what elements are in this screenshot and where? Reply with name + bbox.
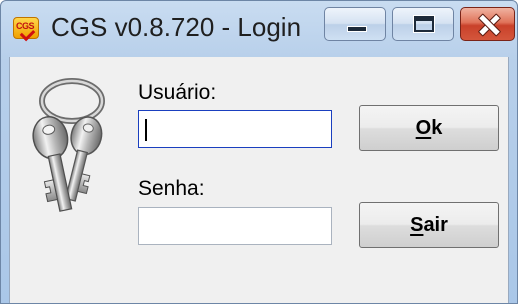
ok-button[interactable]: Ok — [359, 105, 499, 151]
close-icon — [477, 11, 499, 37]
exit-button[interactable]: Sair — [359, 202, 499, 248]
password-label: Senha: — [138, 177, 205, 200]
window-title: CGS v0.8.720 - Login — [51, 12, 302, 42]
minimize-icon — [347, 26, 367, 32]
login-form: Usuário: Senha: Ok Sair — [9, 57, 509, 303]
maximize-icon — [413, 15, 435, 33]
ok-label-rest: k — [431, 116, 443, 139]
password-input[interactable] — [138, 207, 332, 245]
minimize-button[interactable] — [324, 7, 386, 41]
close-button[interactable] — [460, 7, 515, 41]
ok-mnemonic: O — [415, 116, 432, 139]
cgs-logo-icon[interactable]: CGS — [13, 17, 39, 42]
keys-icon — [32, 78, 105, 212]
user-input[interactable] — [138, 110, 332, 148]
exit-mnemonic: S — [410, 213, 424, 236]
login-window: CGS CGS v0.8.720 - Login Usuário: Senha:… — [0, 0, 518, 304]
text-caret — [145, 119, 147, 141]
maximize-button[interactable] — [392, 7, 454, 41]
exit-label-rest: air — [423, 213, 448, 236]
user-label: Usuário: — [138, 81, 217, 104]
title-bar[interactable]: CGS CGS v0.8.720 - Login — [1, 1, 517, 57]
